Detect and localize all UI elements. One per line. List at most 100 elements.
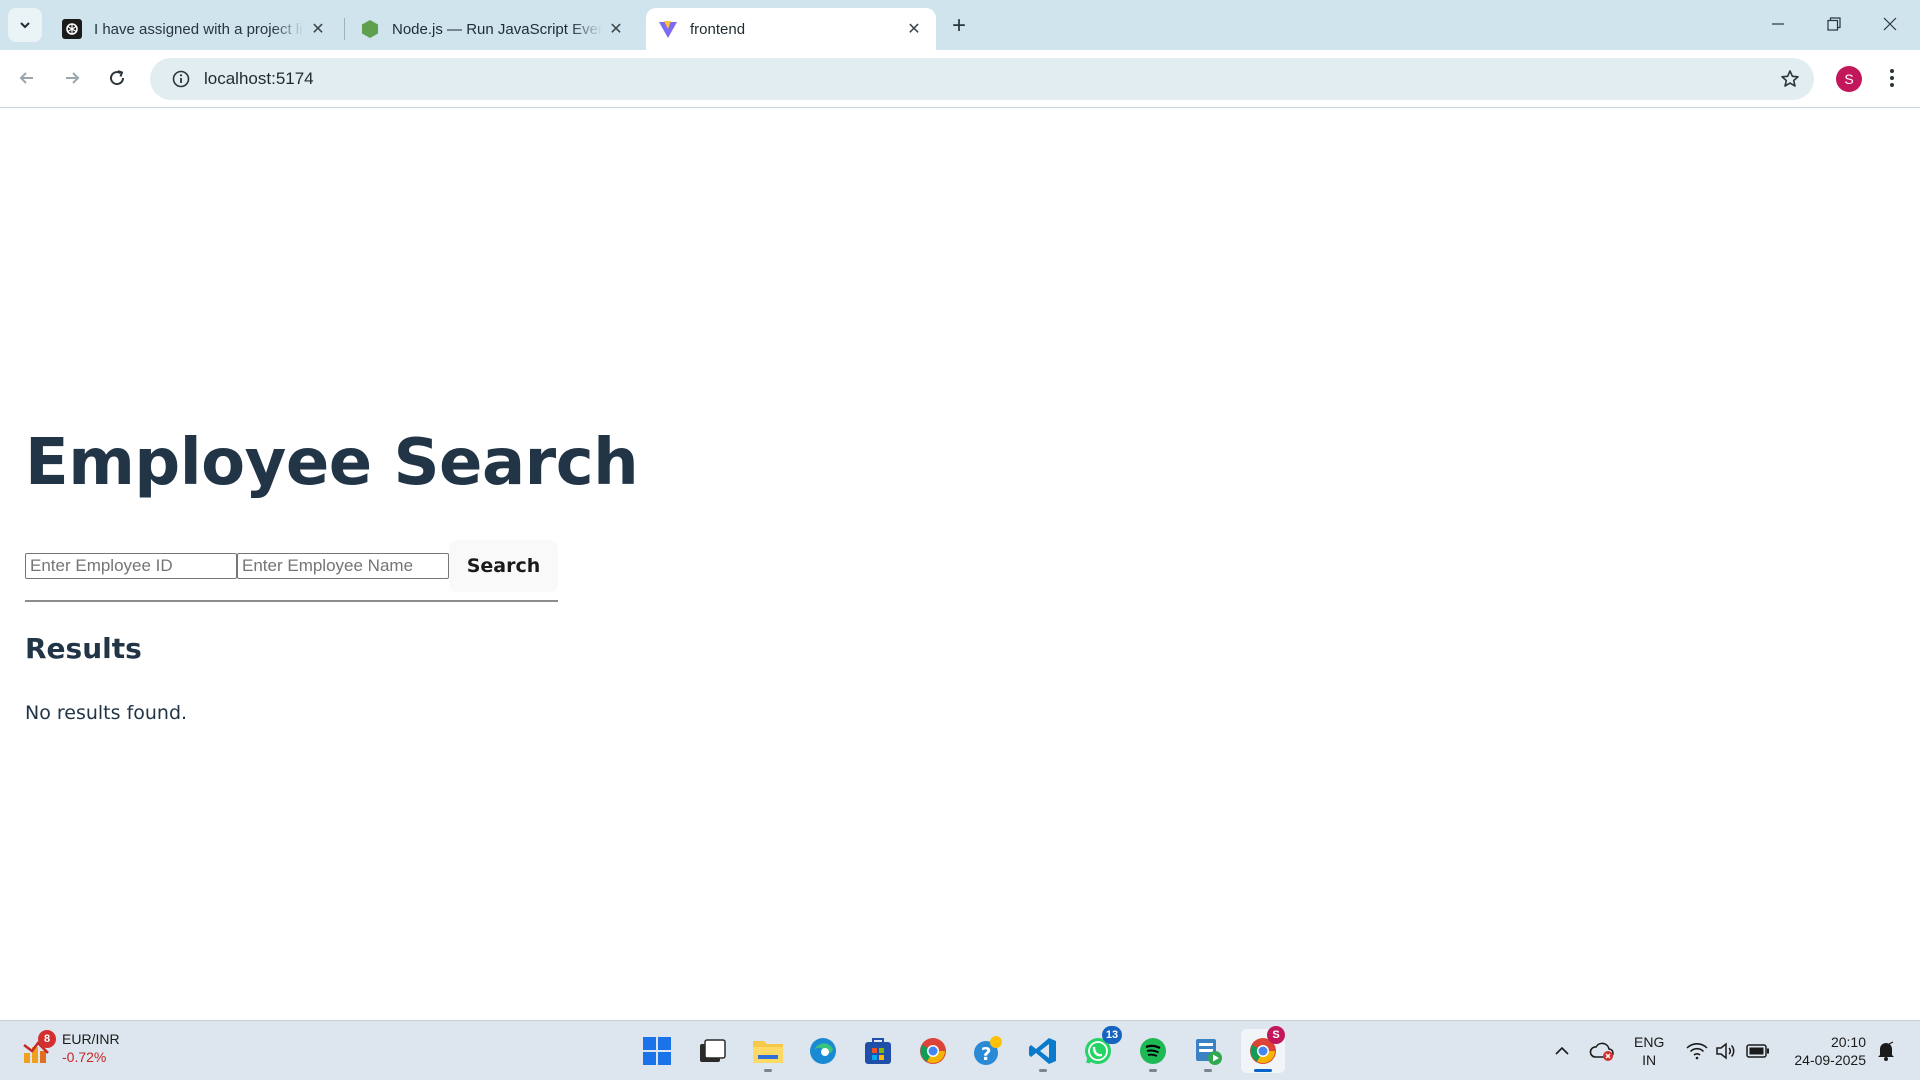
restore-button[interactable] <box>1806 0 1862 48</box>
spotify-icon <box>1140 1038 1166 1064</box>
browser-toolbar: localhost:5174 <box>0 50 1920 108</box>
widget-change: -0.72% <box>62 1049 107 1065</box>
notification-badge: 13 <box>1102 1026 1122 1044</box>
clock-date: 24-09-2025 <box>1794 1052 1866 1068</box>
tab-title: I have assigned with a project li <box>94 20 303 38</box>
chrome-icon <box>920 1038 946 1064</box>
media-player-icon <box>1196 1039 1222 1065</box>
divider <box>25 600 558 602</box>
minimize-button[interactable] <box>1750 0 1806 48</box>
region-code: IN <box>1642 1052 1657 1068</box>
arrow-left-icon <box>19 72 33 84</box>
taskbar-store[interactable] <box>856 1029 900 1073</box>
openai-icon <box>62 19 82 39</box>
language-indicator[interactable]: ENG IN <box>1634 1033 1664 1069</box>
employee-id-input[interactable] <box>25 553 237 579</box>
taskbar-task-view[interactable] <box>690 1029 734 1073</box>
cloud-error-icon <box>1589 1042 1614 1061</box>
task-view-icon <box>700 1039 726 1062</box>
active-indicator <box>1254 1069 1272 1072</box>
vite-icon <box>658 19 678 39</box>
restore-icon <box>1827 17 1841 31</box>
store-icon <box>865 1038 891 1064</box>
url-text[interactable]: localhost:5174 <box>204 69 314 89</box>
profile-avatar[interactable]: S <box>1836 66 1862 92</box>
more-menu-icon[interactable] <box>1880 62 1904 94</box>
speaker-icon <box>1716 1042 1735 1060</box>
page-title: Employee Search <box>25 426 639 500</box>
taskbar-media-app[interactable] <box>1186 1029 1230 1073</box>
taskbar-chrome[interactable] <box>911 1029 955 1073</box>
start-button[interactable] <box>635 1029 679 1073</box>
address-bar[interactable]: localhost:5174 <box>150 58 1814 100</box>
results-heading: Results <box>25 632 142 665</box>
tab-frontend[interactable]: frontend ✕ <box>646 8 936 50</box>
running-indicator <box>1149 1069 1157 1072</box>
help-icon: ? <box>974 1036 1002 1065</box>
language-code: ENG <box>1634 1034 1665 1050</box>
back-button[interactable] <box>9 60 45 96</box>
nodejs-icon <box>360 19 380 39</box>
wifi-icon <box>1686 1043 1708 1060</box>
search-form: Search <box>25 540 558 592</box>
notification-center-button[interactable] <box>1874 1035 1898 1067</box>
market-widget[interactable]: 8 EUR/INR -0.72% <box>22 1030 120 1066</box>
market-widget-icon: 8 <box>22 1030 56 1063</box>
browser-chrome: I have assigned with a project li ✕ Node… <box>0 0 1920 108</box>
show-hidden-icons-button[interactable] <box>1550 1035 1574 1067</box>
close-window-button[interactable] <box>1862 0 1918 48</box>
svg-text:?: ? <box>981 1044 991 1065</box>
widget-badge: 8 <box>38 1030 56 1048</box>
tab-search-button[interactable] <box>8 8 42 42</box>
tab-strip: I have assigned with a project li ✕ Node… <box>0 0 1920 50</box>
tab-title: Node.js — Run JavaScript Every <box>392 20 602 38</box>
vscode-icon <box>1029 1038 1056 1064</box>
widget-title: EUR/INR <box>62 1031 120 1047</box>
battery-icon <box>1746 1044 1769 1058</box>
reload-icon <box>110 70 125 86</box>
battery-status[interactable] <box>1743 1035 1773 1067</box>
taskbar-spotify[interactable] <box>1131 1029 1175 1073</box>
taskbar-chrome-profile[interactable]: S <box>1241 1026 1285 1073</box>
bell-icon <box>1878 1041 1894 1061</box>
profile-badge: S <box>1267 1026 1285 1044</box>
clock[interactable]: 20:10 24-09-2025 <box>1786 1033 1866 1069</box>
reload-button[interactable] <box>99 60 135 96</box>
running-indicator <box>1039 1069 1047 1072</box>
wifi-status[interactable] <box>1684 1035 1710 1067</box>
plus-icon: + <box>951 12 966 39</box>
tab-title: frontend <box>690 20 746 38</box>
taskbar-whatsapp[interactable]: 13 <box>1076 1026 1122 1073</box>
edge-icon <box>810 1038 836 1064</box>
minimize-icon <box>1772 23 1784 25</box>
windows-start-icon <box>643 1037 671 1065</box>
running-indicator <box>1204 1069 1212 1072</box>
close-icon <box>1883 17 1897 31</box>
new-tab-button[interactable]: + <box>944 11 974 41</box>
taskbar-help[interactable]: ? <box>966 1029 1010 1073</box>
taskbar: 8 EUR/INR -0.72% ? 13 S ENG IN 20:10 24-… <box>0 1020 1920 1080</box>
onedrive-status[interactable] <box>1588 1035 1616 1067</box>
tab-separator <box>344 18 345 40</box>
forward-button[interactable] <box>54 60 90 96</box>
folder-icon <box>753 1041 783 1063</box>
close-icon[interactable]: ✕ <box>904 19 924 39</box>
taskbar-edge[interactable] <box>801 1029 845 1073</box>
clock-time: 20:10 <box>1830 1034 1866 1050</box>
close-icon[interactable]: ✕ <box>308 19 328 39</box>
results-message: No results found. <box>25 702 188 724</box>
running-indicator <box>764 1069 772 1072</box>
bookmark-star-icon[interactable] <box>1778 67 1802 91</box>
search-button[interactable]: Search <box>449 540 558 592</box>
tab-chatgpt[interactable]: I have assigned with a project li ✕ <box>50 8 340 50</box>
chevron-down-icon <box>20 22 30 29</box>
employee-name-input[interactable] <box>237 553 449 579</box>
site-info-icon[interactable] <box>150 58 190 100</box>
taskbar-vscode[interactable] <box>1021 1029 1065 1073</box>
taskbar-file-explorer[interactable] <box>746 1029 790 1073</box>
page-content: Employee Search Search Results No result… <box>0 108 1920 1020</box>
volume-status[interactable] <box>1713 1035 1739 1067</box>
tab-nodejs[interactable]: Node.js — Run JavaScript Every ✕ <box>348 8 638 50</box>
close-icon[interactable]: ✕ <box>606 19 626 39</box>
chevron-up-icon <box>1555 1046 1569 1055</box>
